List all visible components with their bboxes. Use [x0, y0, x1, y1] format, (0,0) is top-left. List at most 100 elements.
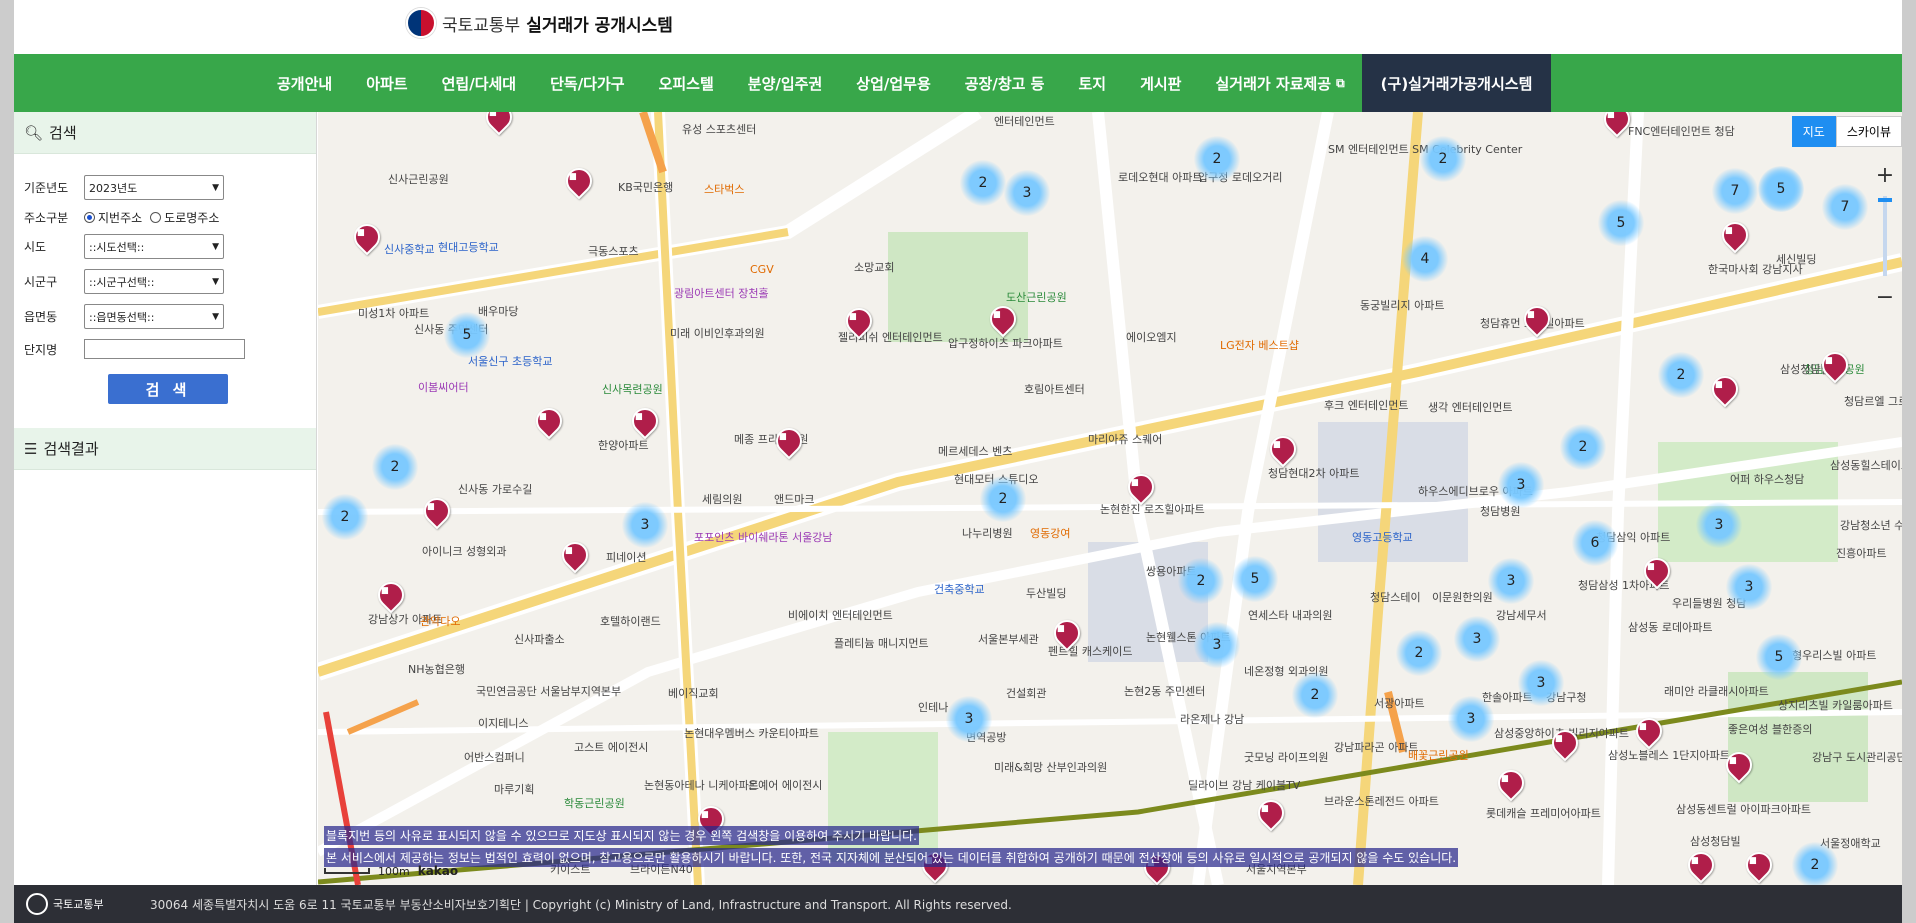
place-label: 동궁빌리지 아파트: [1360, 299, 1445, 312]
government-emblem-icon: [26, 893, 48, 915]
apartment-marker[interactable]: [1270, 436, 1292, 464]
nav-item-presale[interactable]: 분양/입주권: [731, 54, 839, 112]
nav-item-apartment[interactable]: 아파트: [349, 54, 424, 112]
apartment-marker[interactable]: [536, 408, 558, 436]
nav-item-board[interactable]: 게시판: [1123, 54, 1198, 112]
nav-item-legacy-system[interactable]: (구)실거래가공개시스템: [1361, 54, 1552, 112]
place-label: 베이직교회: [668, 687, 719, 700]
emd-select[interactable]: ::읍면동선택:: ▼: [84, 304, 224, 329]
transaction-cluster[interactable]: 7: [1822, 184, 1868, 230]
apartment-marker[interactable]: [1524, 306, 1546, 334]
apartment-marker[interactable]: [846, 308, 868, 336]
radio-jibun-indicator[interactable]: [84, 211, 95, 223]
transaction-cluster[interactable]: 6: [1572, 520, 1618, 566]
transaction-cluster[interactable]: 2: [1792, 842, 1838, 885]
apartment-marker[interactable]: [1258, 800, 1280, 828]
transaction-cluster[interactable]: 2: [1178, 558, 1224, 604]
transaction-cluster[interactable]: 5: [1758, 166, 1804, 212]
apartment-marker[interactable]: [566, 168, 588, 196]
transaction-cluster[interactable]: 2: [1560, 424, 1606, 470]
transaction-cluster[interactable]: 3: [1004, 170, 1050, 216]
transaction-cluster[interactable]: 5: [444, 312, 490, 358]
transaction-cluster[interactable]: 2: [322, 494, 368, 540]
nav-item-officetel[interactable]: 오피스텔: [642, 54, 731, 112]
apartment-marker[interactable]: [486, 112, 508, 132]
site-logo[interactable]: 국토교통부 실거래가 공개시스템: [406, 8, 673, 38]
transaction-cluster[interactable]: 2: [1194, 136, 1240, 182]
apartment-marker[interactable]: [1604, 112, 1626, 134]
apartment-marker[interactable]: [1822, 352, 1844, 380]
place-label: 엔터테인먼트: [994, 115, 1055, 128]
apartment-marker[interactable]: [1722, 222, 1744, 250]
nav-item-land[interactable]: 토지: [1061, 54, 1123, 112]
sido-select[interactable]: ::시도선택:: ▼: [84, 234, 224, 259]
apartment-marker[interactable]: [990, 306, 1012, 334]
zoom-out-button[interactable]: −: [1872, 284, 1898, 310]
apartment-marker[interactable]: [1712, 376, 1734, 404]
transaction-cluster[interactable]: 3: [1488, 558, 1534, 604]
transaction-cluster[interactable]: 3: [946, 696, 992, 742]
apartment-marker[interactable]: [1552, 730, 1574, 758]
map-type-toggle: 지도 스카이뷰: [1791, 116, 1902, 147]
radio-jibun[interactable]: 지번주소: [84, 209, 142, 226]
complex-name-input[interactable]: [84, 339, 245, 359]
apartment-marker[interactable]: [1644, 558, 1666, 586]
transaction-cluster[interactable]: 3: [1448, 696, 1494, 742]
main-navigation: 공개안내 아파트 연립/다세대 단독/다가구 오피스텔 분양/입주권 상업/업무…: [14, 54, 1902, 112]
apartment-marker[interactable]: [1636, 718, 1658, 746]
zoom-slider[interactable]: [1878, 196, 1892, 276]
apartment-marker[interactable]: [1688, 852, 1710, 880]
map-canvas[interactable]: 유성 스포츠센터 엔터테인먼트 FNC엔터테인먼트 청담 SM 엔터테인먼트 S…: [318, 112, 1902, 885]
place-label: 아이니크 성형외과: [422, 545, 507, 558]
apartment-marker[interactable]: [424, 498, 446, 526]
transaction-cluster[interactable]: 5: [1598, 200, 1644, 246]
transaction-cluster[interactable]: 2: [960, 160, 1006, 206]
transaction-cluster[interactable]: 2: [1658, 352, 1704, 398]
transaction-cluster[interactable]: 3: [622, 502, 668, 548]
transaction-cluster[interactable]: 3: [1726, 564, 1772, 610]
transaction-cluster[interactable]: 3: [1498, 462, 1544, 508]
zoom-in-button[interactable]: +: [1872, 162, 1898, 188]
nav-item-detached[interactable]: 단독/다가구: [533, 54, 641, 112]
place-label: 포포인츠 바이쉐라톤 서울강남: [694, 531, 833, 544]
transaction-cluster[interactable]: 2: [1396, 630, 1442, 676]
nav-item-data-provision[interactable]: 실거래가 자료제공 ⧉: [1198, 54, 1361, 112]
place-label: 신사파출소: [514, 633, 565, 646]
transaction-cluster[interactable]: 3: [1696, 502, 1742, 548]
map-type-skyview-button[interactable]: 스카이뷰: [1835, 116, 1902, 147]
place-label: 배우마당: [478, 305, 519, 318]
place-label: 강남구 도시관리공단: [1812, 751, 1902, 764]
transaction-cluster[interactable]: 2: [980, 476, 1026, 522]
nav-item-factory[interactable]: 공장/창고 등: [948, 54, 1062, 112]
apartment-marker[interactable]: [562, 542, 584, 570]
transaction-cluster[interactable]: 7: [1712, 168, 1758, 214]
transaction-cluster[interactable]: 3: [1454, 616, 1500, 662]
transaction-cluster[interactable]: 5: [1232, 556, 1278, 602]
apartment-marker[interactable]: [632, 408, 654, 436]
transaction-cluster[interactable]: 3: [1518, 660, 1564, 706]
apartment-marker[interactable]: [1746, 852, 1768, 880]
search-button[interactable]: 검 색: [108, 374, 228, 404]
nav-item-guide[interactable]: 공개안내: [260, 54, 349, 112]
map-type-map-button[interactable]: 지도: [1791, 116, 1836, 147]
radio-road[interactable]: 도로명주소: [150, 209, 219, 226]
transaction-cluster[interactable]: 2: [372, 444, 418, 490]
apartment-marker[interactable]: [1054, 620, 1076, 648]
transaction-cluster[interactable]: 2: [1292, 672, 1338, 718]
apartment-marker[interactable]: [1498, 770, 1520, 798]
transaction-cluster[interactable]: 2: [1420, 136, 1466, 182]
year-select[interactable]: 2023년도 ▼: [84, 175, 224, 200]
sigungu-select[interactable]: ::시군구선택:: ▼: [84, 269, 224, 294]
nav-item-rowhouse[interactable]: 연립/다세대: [425, 54, 533, 112]
place-label: 한양아파트: [598, 439, 649, 452]
apartment-marker[interactable]: [1128, 474, 1150, 502]
nav-item-commercial[interactable]: 상업/업무용: [839, 54, 947, 112]
transaction-cluster[interactable]: 4: [1402, 236, 1448, 282]
transaction-cluster[interactable]: 5: [1756, 634, 1802, 680]
radio-road-indicator[interactable]: [150, 211, 162, 223]
apartment-marker[interactable]: [776, 428, 798, 456]
apartment-marker[interactable]: [1726, 752, 1748, 780]
apartment-marker[interactable]: [354, 224, 376, 252]
apartment-marker[interactable]: [378, 582, 400, 610]
transaction-cluster[interactable]: 3: [1194, 622, 1240, 668]
